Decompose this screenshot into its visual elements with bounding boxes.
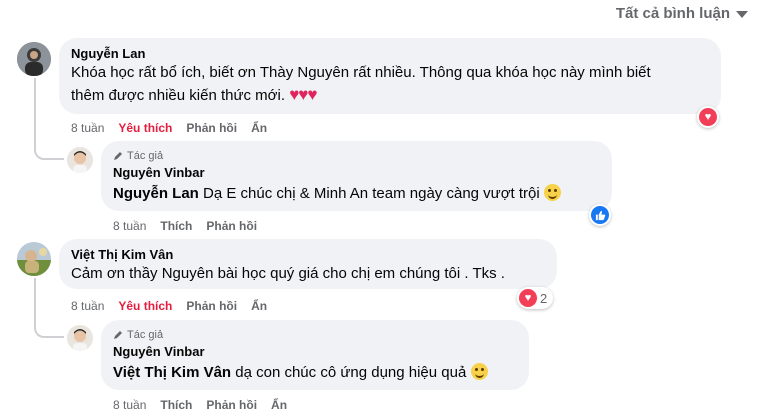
reply-time: 8 tuần	[113, 219, 147, 233]
avatar[interactable]	[17, 42, 51, 76]
comment-time: 8 tuần	[71, 299, 105, 313]
thread-connector	[34, 278, 64, 338]
comment-text: Khóa học rất bổ ích, biết ơn Thày Nguyên…	[71, 62, 709, 107]
reply-actions: 8 tuần Thích Phản hồi Ẩn	[113, 397, 287, 413]
hide-button[interactable]: Ẩn	[251, 298, 267, 314]
reply-text-body: dạ con chúc cô ứng dụng hiệu quả	[235, 364, 467, 381]
avatar[interactable]	[67, 147, 93, 173]
mention-link[interactable]: Việt Thị Kim Vân	[113, 364, 231, 381]
thread-connector	[34, 78, 64, 160]
author-tag-label: Tác giả	[127, 329, 164, 341]
comment-time: 8 tuần	[71, 121, 105, 135]
author-tag-label: Tác giả	[127, 150, 164, 162]
pencil-icon	[114, 152, 122, 160]
comment-text-line2: thêm được nhiều kiến thức mới.	[71, 87, 286, 104]
heart-reaction-icon: ♥	[519, 289, 537, 307]
reply-bubble: Tác giả Nguyên Vinbar Việt Thị Kim Vân d…	[101, 320, 529, 390]
reply-actions: 8 tuần Thích Phản hồi	[113, 218, 257, 234]
like-button[interactable]: Thích	[160, 397, 192, 413]
smile-emoji-icon	[543, 184, 561, 201]
reaction-summary[interactable]: ♥	[697, 106, 719, 128]
like-button[interactable]: Thích	[160, 218, 192, 234]
reaction-summary[interactable]: ♥ 2	[517, 287, 554, 309]
avatar[interactable]	[67, 325, 93, 351]
like-button[interactable]: Yêu thích	[118, 298, 172, 314]
commenter-name[interactable]: Việt Thị Kim Vân	[71, 246, 545, 263]
mention-link[interactable]: Nguyễn Lan	[113, 185, 199, 202]
comment-bubble: Nguyễn Lan Khóa học rất bổ ích, biết ơn …	[59, 38, 721, 114]
comment-actions: 8 tuần Yêu thích Phản hồi Ẩn	[71, 120, 267, 136]
reply-button[interactable]: Phản hồi	[206, 397, 257, 413]
commenter-name[interactable]: Nguyên Vinbar	[113, 343, 517, 360]
reply-text-body: Dạ E chúc chị & Minh An team ngày càng v…	[203, 185, 540, 202]
reply-bubble: Tác giả Nguyên Vinbar Nguyễn Lan Dạ E ch…	[101, 141, 612, 211]
heart-reaction-icon: ♥	[699, 108, 717, 126]
like-button[interactable]: Yêu thích	[118, 120, 172, 136]
reply-time: 8 tuần	[113, 398, 147, 412]
reaction-summary[interactable]	[589, 204, 611, 226]
hide-button[interactable]: Ẩn	[251, 120, 267, 136]
reply-button[interactable]: Phản hồi	[186, 298, 237, 314]
like-reaction-icon	[591, 206, 609, 224]
caret-down-icon	[736, 11, 748, 18]
reaction-count: 2	[540, 290, 548, 306]
comment-actions: 8 tuần Yêu thích Phản hồi Ẩn	[71, 298, 267, 314]
sort-label: Tất cả bình luận	[615, 5, 730, 22]
author-badge: Tác giả	[113, 328, 517, 342]
heart-emoji-icon: ♥♥♥	[289, 85, 317, 104]
comment-text-line1: Khóa học rất bổ ích, biết ơn Thày Nguyên…	[71, 64, 651, 81]
reply-button[interactable]: Phản hồi	[206, 218, 257, 234]
comment-text: Cảm ơn thầy Nguyên bài học quý giá cho c…	[71, 265, 505, 282]
pencil-icon	[114, 331, 122, 339]
reply-button[interactable]: Phản hồi	[186, 120, 237, 136]
smile-emoji-icon	[470, 363, 488, 380]
author-badge: Tác giả	[113, 149, 600, 163]
reply-text: Nguyễn Lan Dạ E chúc chị & Minh An team …	[113, 183, 600, 205]
commenter-name[interactable]: Nguyễn Lan	[71, 45, 709, 62]
hide-button[interactable]: Ẩn	[271, 397, 287, 413]
comment-sort-dropdown[interactable]: Tất cả bình luận	[616, 5, 748, 22]
avatar[interactable]	[17, 242, 51, 276]
comment-bubble: Việt Thị Kim Vân Cảm ơn thầy Nguyên bài …	[59, 239, 557, 289]
commenter-name[interactable]: Nguyên Vinbar	[113, 164, 600, 181]
reply-text: Việt Thị Kim Vân dạ con chúc cô ứng dụng…	[113, 362, 517, 384]
